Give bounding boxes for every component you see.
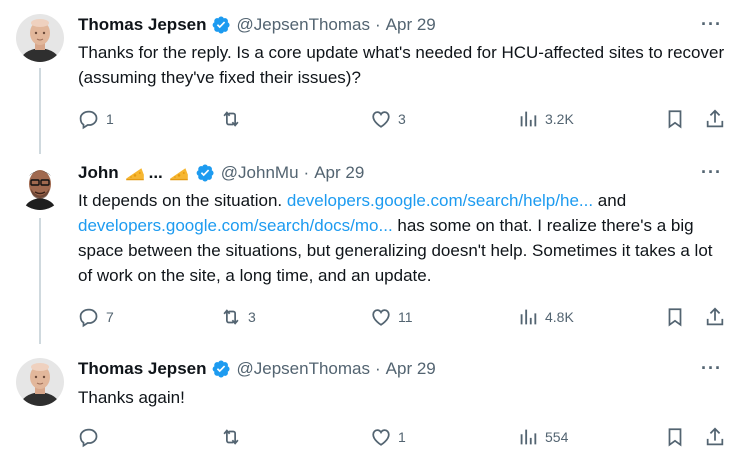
views-icon bbox=[520, 309, 537, 325]
like-count: 11 bbox=[398, 309, 413, 325]
like-icon bbox=[372, 309, 390, 326]
tweet-date[interactable]: Apr 29 bbox=[314, 163, 364, 183]
reply-count: 7 bbox=[106, 309, 114, 325]
tweet[interactable]: John ... @JohnMu · Apr 29 ··· It depends… bbox=[0, 162, 742, 332]
bookmark-icon bbox=[668, 110, 682, 129]
like-button[interactable]: 11 bbox=[370, 306, 413, 328]
author-handle[interactable]: @JepsenThomas bbox=[237, 15, 371, 35]
reply-button[interactable]: 7 bbox=[78, 306, 114, 328]
author-name[interactable]: John bbox=[78, 163, 119, 183]
bookmark-button[interactable] bbox=[664, 108, 686, 130]
bookmark-icon bbox=[668, 308, 682, 327]
views-button[interactable]: 4.8K bbox=[517, 306, 574, 328]
repost-icon bbox=[223, 429, 239, 445]
repost-icon bbox=[223, 309, 239, 325]
share-button[interactable] bbox=[704, 426, 726, 448]
verified-badge-icon bbox=[212, 360, 230, 378]
views-button[interactable]: 554 bbox=[517, 426, 568, 448]
tweet-actions: 7 3 11 4.8K bbox=[78, 306, 728, 330]
tweet-actions: 1 554 bbox=[78, 426, 728, 450]
views-button[interactable]: 3.2K bbox=[517, 108, 574, 130]
link-google-docs[interactable]: developers.google.com/search/docs/mo... bbox=[78, 216, 393, 235]
cheese-emoji-icon bbox=[125, 168, 144, 181]
repost-button[interactable]: 3 bbox=[220, 306, 256, 328]
verified-badge-icon bbox=[212, 16, 230, 34]
reply-icon bbox=[79, 428, 98, 448]
tweet-header: Thomas Jepsen @JepsenThomas · Apr 29 bbox=[78, 358, 728, 380]
bookmark-button[interactable] bbox=[664, 306, 686, 328]
tweet-header: John ... @JohnMu · Apr 29 bbox=[78, 162, 728, 184]
more-options-icon[interactable]: ··· bbox=[701, 358, 722, 378]
like-icon bbox=[372, 429, 390, 446]
tweet-actions: 1 3 3.2K bbox=[78, 108, 728, 132]
tweet-header: Thomas Jepsen @JepsenThomas · Apr 29 bbox=[78, 14, 728, 36]
bookmark-button[interactable] bbox=[664, 426, 686, 448]
author-handle[interactable]: @JepsenThomas bbox=[237, 359, 371, 379]
reply-icon bbox=[79, 308, 98, 328]
avatar[interactable] bbox=[16, 14, 64, 62]
repost-button[interactable] bbox=[220, 108, 248, 130]
share-button[interactable] bbox=[704, 306, 726, 328]
tweet-content: Thomas Jepsen @JepsenThomas · Apr 29 ···… bbox=[78, 14, 728, 90]
reply-icon bbox=[79, 110, 98, 130]
link-google-help[interactable]: developers.google.com/search/help/he... bbox=[287, 191, 593, 210]
repost-count: 3 bbox=[248, 309, 256, 325]
more-options-icon[interactable]: ··· bbox=[701, 162, 722, 182]
tweet-text-segment: It depends on the situation. bbox=[78, 191, 287, 210]
tweet-text-segment: and bbox=[593, 191, 627, 210]
reply-count: 1 bbox=[106, 111, 114, 127]
avatar[interactable] bbox=[16, 162, 64, 210]
bookmark-icon bbox=[668, 428, 682, 447]
share-icon bbox=[706, 307, 724, 326]
reply-button[interactable] bbox=[78, 426, 106, 448]
author-name[interactable]: Thomas Jepsen bbox=[78, 359, 207, 379]
views-icon bbox=[520, 111, 537, 127]
like-icon bbox=[372, 111, 390, 128]
tweet-text: Thanks for the reply. Is a core update w… bbox=[78, 43, 725, 87]
repost-button[interactable] bbox=[220, 426, 248, 448]
like-button[interactable]: 1 bbox=[370, 426, 406, 448]
like-count: 1 bbox=[398, 429, 406, 445]
share-icon bbox=[706, 427, 724, 446]
avatar[interactable] bbox=[16, 358, 64, 406]
tweet-content: Thomas Jepsen @JepsenThomas · Apr 29 ···… bbox=[78, 358, 728, 410]
thread-container: Thomas Jepsen @JepsenThomas · Apr 29 ···… bbox=[0, 0, 742, 462]
like-count: 3 bbox=[398, 111, 406, 127]
views-icon bbox=[520, 429, 537, 445]
tweet[interactable]: Thomas Jepsen @JepsenThomas · Apr 29 ···… bbox=[0, 358, 742, 454]
tweet-date[interactable]: Apr 29 bbox=[386, 15, 436, 35]
separator-dot: · bbox=[375, 15, 381, 34]
verified-badge-icon bbox=[196, 164, 214, 182]
tweet[interactable]: Thomas Jepsen @JepsenThomas · Apr 29 ···… bbox=[0, 14, 742, 144]
views-count: 554 bbox=[545, 429, 569, 445]
separator-dot: · bbox=[375, 359, 381, 378]
repost-icon bbox=[223, 111, 239, 127]
tweet-text: It depends on the situation. developers.… bbox=[78, 188, 728, 288]
cheese-emoji-icon bbox=[169, 168, 188, 181]
author-handle[interactable]: @JohnMu bbox=[221, 163, 299, 183]
tweet-content: John ... @JohnMu · Apr 29 ··· It depends… bbox=[78, 162, 728, 288]
more-options-icon[interactable]: ··· bbox=[701, 14, 722, 34]
separator-dot: · bbox=[303, 163, 310, 182]
tweet-text: Thanks again! bbox=[78, 388, 185, 407]
tweet-date[interactable]: Apr 29 bbox=[386, 359, 436, 379]
author-name[interactable]: Thomas Jepsen bbox=[78, 15, 207, 35]
like-button[interactable]: 3 bbox=[370, 108, 406, 130]
views-count: 3.2K bbox=[545, 111, 574, 127]
share-icon bbox=[706, 109, 724, 128]
views-count: 4.8K bbox=[545, 309, 574, 325]
name-ellipsis: ... bbox=[148, 163, 163, 182]
share-button[interactable] bbox=[704, 108, 726, 130]
reply-button[interactable]: 1 bbox=[78, 108, 114, 130]
